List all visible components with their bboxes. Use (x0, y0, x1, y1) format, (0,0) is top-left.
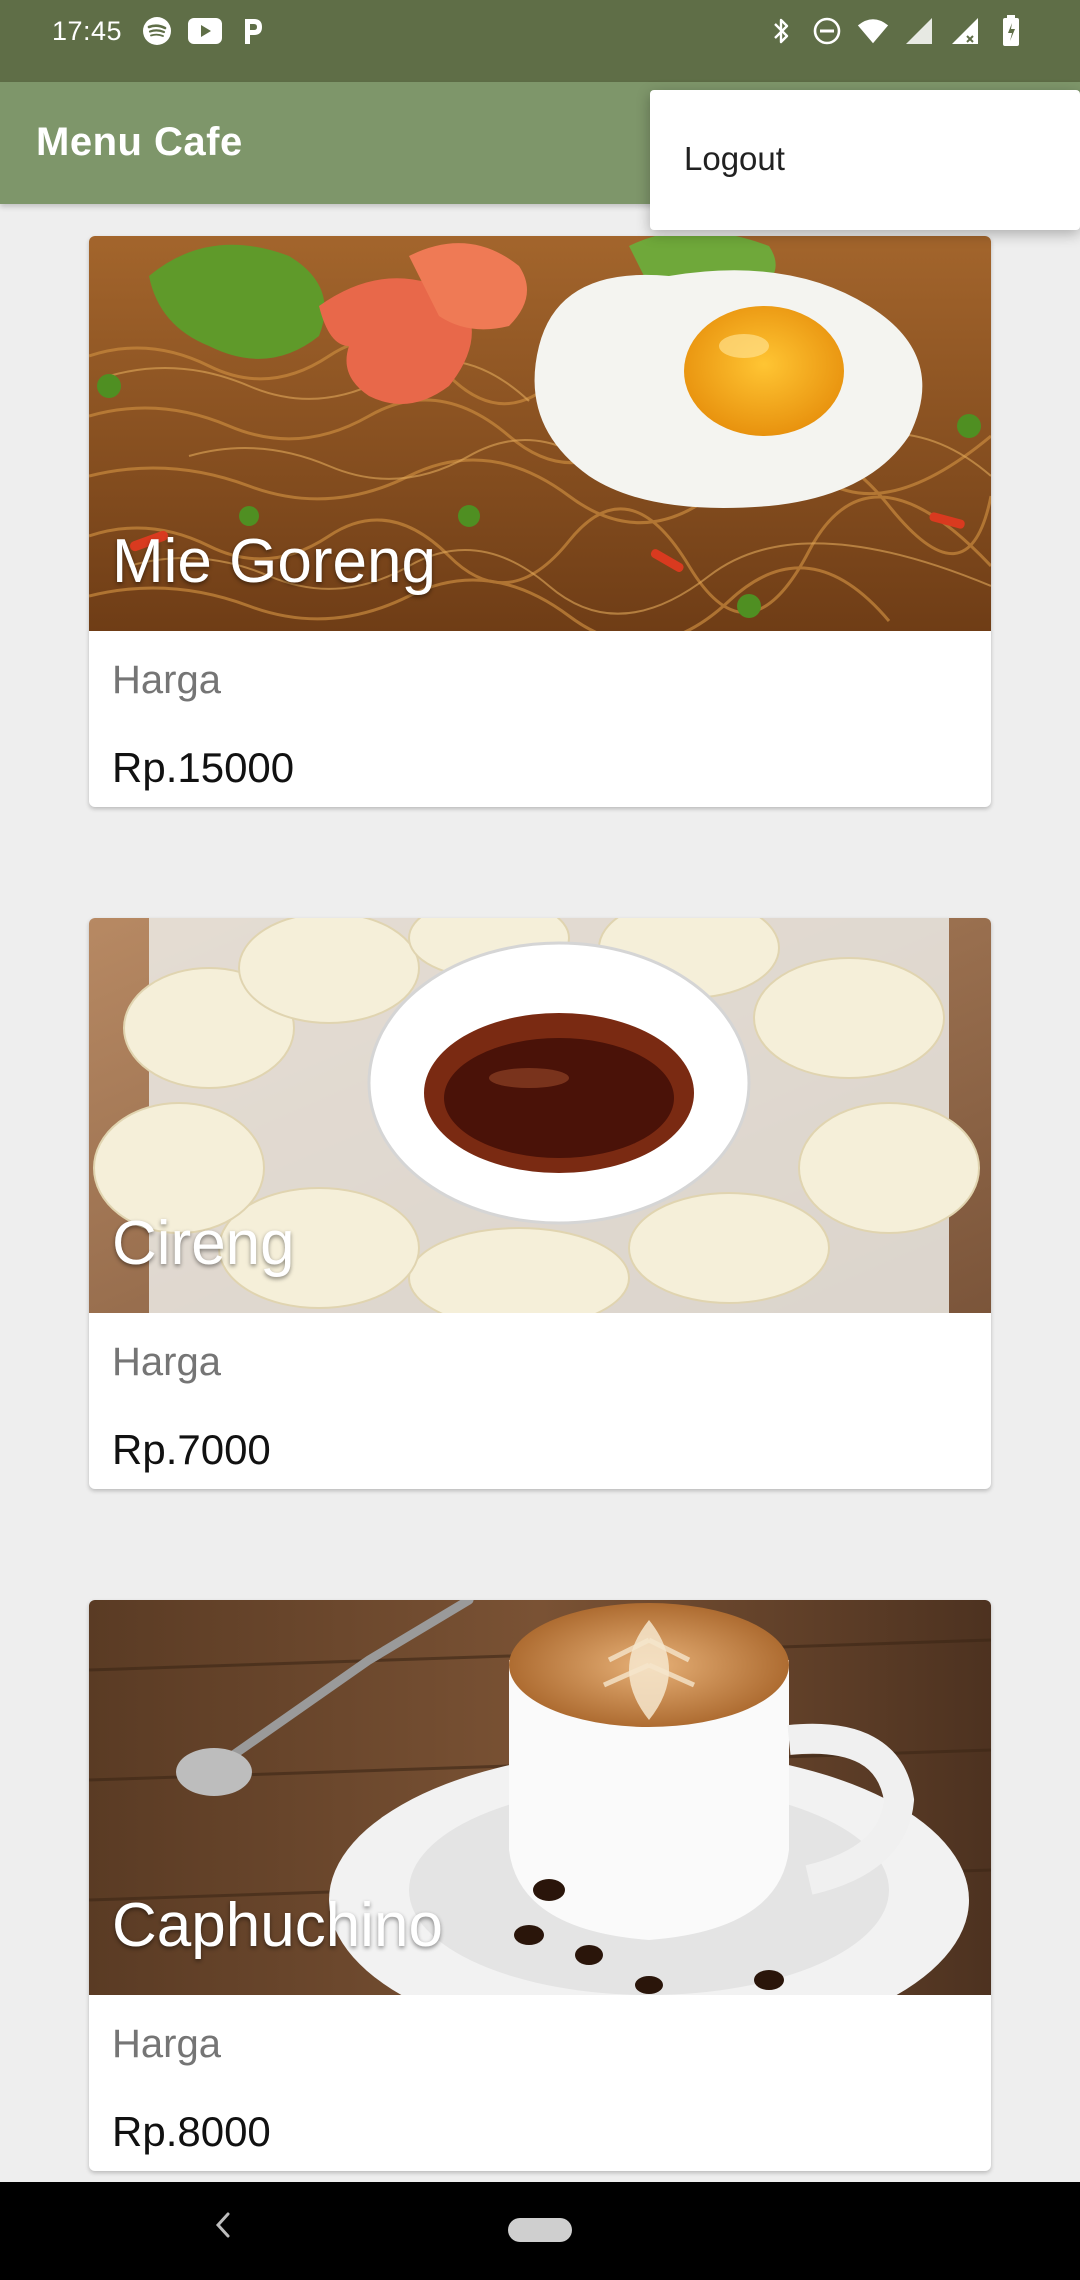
wifi-icon (856, 14, 890, 48)
bluetooth-icon (764, 14, 798, 48)
status-bar: 17:45 (0, 0, 1080, 82)
menu-item-price: Rp.7000 (112, 1426, 271, 1473)
menu-item-name: Mie Goreng (112, 527, 436, 596)
signal-icon (902, 14, 936, 48)
notification-icons (140, 14, 270, 48)
dnd-icon (810, 14, 844, 48)
battery-icon (994, 14, 1028, 48)
overflow-menu: Logout (650, 90, 1080, 230)
menu-card[interactable]: Caphuchino Harga Rp.8000 (89, 1600, 991, 2171)
price-label: Harga (112, 2022, 221, 2066)
status-time: 17:45 (52, 16, 123, 46)
menu-item-name: Cireng (112, 1209, 295, 1278)
menu-item-price: Rp.15000 (112, 744, 295, 791)
home-pill-icon[interactable] (508, 2218, 572, 2242)
back-icon[interactable] (212, 2208, 234, 2251)
menu-item-price: Rp.8000 (112, 2108, 271, 2155)
menu-card[interactable]: Mie Goreng Harga Rp.15000 (89, 236, 991, 807)
menu-item-name: Caphuchino (112, 1891, 443, 1960)
signal-icon (948, 14, 982, 48)
system-icons (764, 14, 1028, 48)
youtube-icon (188, 14, 222, 48)
price-label: Harga (112, 658, 221, 702)
logout-menu-item[interactable]: Logout (684, 140, 785, 178)
menu-list[interactable]: Mie Goreng Harga Rp.15000 Cireng Harga R… (0, 204, 1080, 2182)
app-title: Menu Cafe (36, 120, 243, 164)
spotify-icon (140, 14, 174, 48)
menu-card[interactable]: Cireng Harga Rp.7000 (89, 918, 991, 1489)
navigation-bar (0, 2182, 1080, 2280)
pandora-icon (236, 14, 270, 48)
price-label: Harga (112, 1340, 221, 1384)
screen: 17:45 Menu Cafe Logout Mie Goreng Harga … (0, 0, 1080, 2280)
